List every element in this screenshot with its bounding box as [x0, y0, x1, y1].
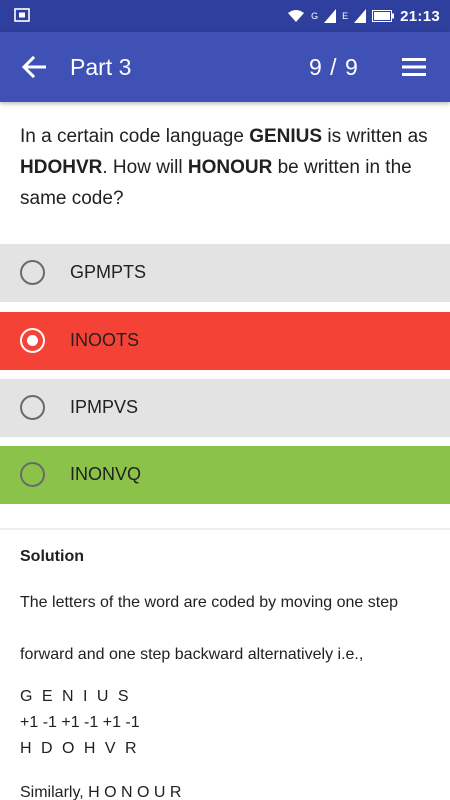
question-progress: 9 / 9 [309, 54, 359, 80]
solution-line: Similarly, H O N O U R [20, 784, 182, 800]
solution-line: The letters of the word are coded by mov… [20, 594, 398, 611]
question-keyword: HONOUR [187, 157, 273, 178]
status-icons: G E 21:13 [287, 0, 440, 32]
radio-button[interactable] [20, 260, 45, 285]
option-label: GPMPTS [70, 262, 147, 282]
option-a[interactable]: GPMPTS [0, 244, 450, 302]
status-bar: G E 21:13 [0, 0, 450, 32]
network-type-label: G [311, 11, 319, 21]
solution-line: G E N I U S [20, 688, 132, 705]
option-label: INOOTS [70, 330, 140, 350]
option-d[interactable]: INONVQ [0, 446, 450, 504]
signal-icon-2 [354, 9, 367, 23]
question-text: In a certain code language GENIUS is wri… [20, 121, 432, 214]
solution-line: forward and one step backward alternativ… [20, 646, 364, 663]
option-label: INONVQ [70, 464, 142, 484]
question-keyword: HDOHVR [20, 157, 103, 178]
menu-icon[interactable] [400, 54, 428, 80]
question-part: . How will [102, 157, 188, 178]
page-title: Part 3 [70, 54, 132, 80]
radio-button[interactable] [20, 395, 45, 420]
screenshot-icon [14, 8, 30, 22]
solution-line: +1 -1 +1 -1 +1 -1 [20, 714, 140, 731]
option-b[interactable]: INOOTS [0, 312, 450, 370]
battery-icon [372, 10, 395, 22]
arrow-back-icon[interactable] [18, 51, 52, 83]
wifi-icon [288, 10, 305, 22]
radio-button-selected[interactable] [20, 328, 45, 353]
signal-icon [324, 9, 337, 23]
network-type-label-2: E [342, 11, 349, 21]
radio-dot [27, 335, 38, 346]
question-part: In a certain code language [20, 126, 250, 147]
question-part: is written as [322, 126, 428, 147]
app-bar: Part 3 9 / 9 [0, 32, 450, 102]
question-keyword: GENIUS [249, 126, 323, 147]
status-time: 21:13 [400, 7, 440, 25]
option-c[interactable]: IPMPVS [0, 379, 450, 437]
solution-title: Solution [20, 548, 84, 565]
divider [0, 528, 450, 530]
option-label: IPMPVS [70, 397, 139, 417]
radio-button[interactable] [20, 462, 45, 487]
solution-line: H D O H V R [20, 740, 140, 757]
